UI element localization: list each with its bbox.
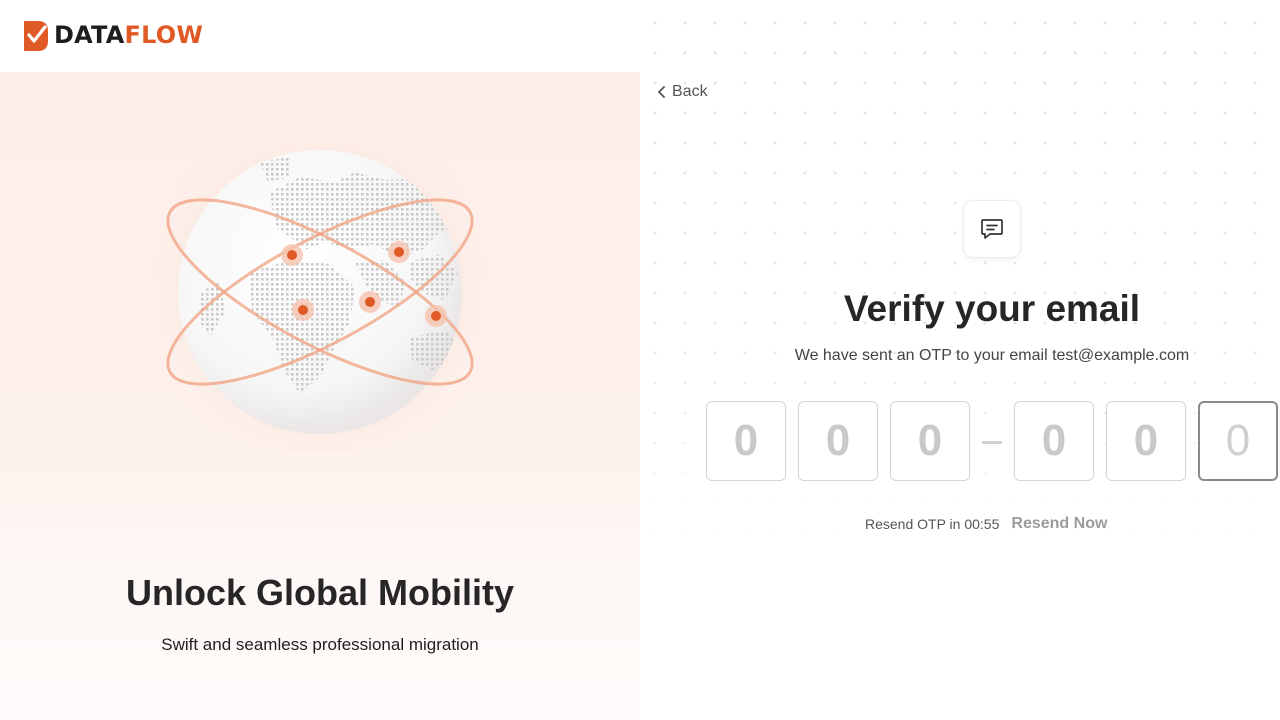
back-button[interactable]: Back [656, 83, 708, 101]
logo-mark-icon [24, 21, 48, 51]
logo-text-flow: FLOW [124, 21, 204, 49]
otp-digit-input[interactable]: 0 [1106, 401, 1186, 481]
otp-digit-input-active[interactable]: 0 [1198, 401, 1278, 481]
location-pin-icon [281, 244, 303, 266]
logo-text-data: DATA [54, 21, 125, 49]
otp-digit-input[interactable]: 0 [706, 401, 786, 481]
promo-panel: Unlock Global Mobility Swift and seamles… [0, 72, 640, 720]
resend-row: Resend OTP in 00:55 Resend Now [865, 515, 1107, 533]
verify-title: Verify your email [843, 288, 1141, 329]
otp-separator [982, 441, 1002, 444]
globe-illustration [140, 112, 500, 472]
promo-title: Unlock Global Mobility [125, 572, 515, 613]
header: DATAFLOW [0, 0, 640, 72]
resend-timer: Resend OTP in 00:55 [865, 516, 1000, 532]
chevron-left-icon [658, 86, 665, 98]
promo-subtitle: Swift and seamless professional migratio… [161, 635, 479, 654]
message-icon-box [963, 200, 1021, 258]
otp-digit-input[interactable]: 0 [1014, 401, 1094, 481]
logo[interactable]: DATAFLOW [24, 19, 203, 51]
back-label: Back [672, 83, 708, 100]
verify-subtitle: We have sent an OTP to your email test@e… [794, 347, 1190, 364]
chat-message-icon [981, 219, 1003, 239]
resend-now-button[interactable]: Resend Now [1011, 515, 1107, 533]
otp-digit-input[interactable]: 0 [798, 401, 878, 481]
page: DATAFLOW Unlock Global Mobility Swift an… [0, 0, 1280, 720]
otp-digit-input[interactable]: 0 [890, 401, 970, 481]
